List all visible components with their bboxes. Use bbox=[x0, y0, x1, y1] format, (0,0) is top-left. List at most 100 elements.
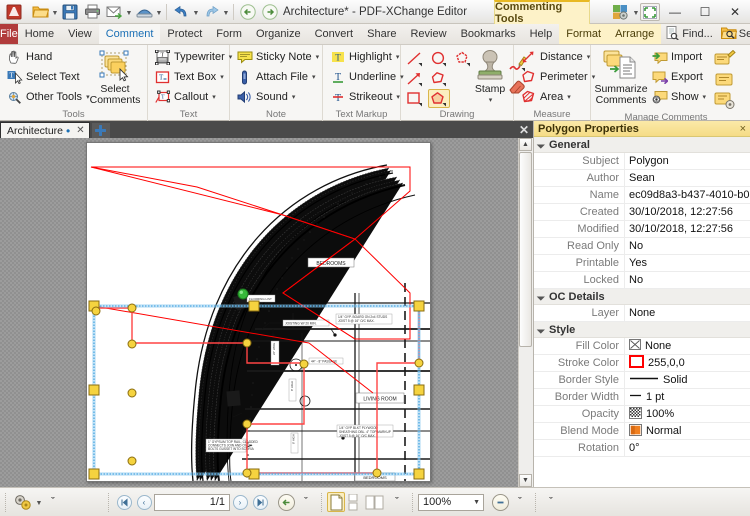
sound-dropdown-icon[interactable]: ▾ bbox=[292, 93, 296, 101]
forward-icon[interactable] bbox=[259, 2, 281, 22]
tab-form[interactable]: Form bbox=[209, 24, 249, 44]
property-row-name[interactable]: Name ec09d8a3-b437-4010-b08fe979a.. bbox=[534, 186, 750, 204]
tab-file[interactable]: File bbox=[0, 24, 18, 44]
zoom-out-button[interactable] bbox=[490, 492, 510, 513]
undo-dropdown-caret[interactable]: ▼ bbox=[192, 2, 200, 22]
customize-dropdown-caret[interactable]: ▼ bbox=[632, 2, 640, 22]
close-button[interactable]: ✕ bbox=[720, 0, 750, 24]
collapse-triangle-icon[interactable]: ◢ bbox=[536, 139, 547, 150]
tab-format[interactable]: Format bbox=[559, 24, 609, 44]
customize-toolbar-icon[interactable] bbox=[608, 1, 632, 23]
next-page-button[interactable]: › bbox=[230, 492, 250, 513]
email-dropdown-caret[interactable]: ▼ bbox=[125, 2, 133, 22]
area-dropdown-icon[interactable]: ▾ bbox=[567, 93, 571, 101]
tab-home[interactable]: Home bbox=[18, 24, 61, 44]
scrollbar-thumb[interactable] bbox=[519, 152, 532, 347]
export-comments-button[interactable]: Export bbox=[648, 67, 712, 87]
save-icon[interactable] bbox=[59, 2, 81, 22]
tab-arrange[interactable]: Arrange bbox=[608, 24, 662, 44]
search-button[interactable]: Search... bbox=[717, 26, 750, 43]
property-value[interactable]: Polygon bbox=[624, 152, 750, 170]
properties-section-oc-details[interactable]: ◢ OC Details bbox=[534, 289, 750, 305]
continuous-page-icon[interactable] bbox=[345, 492, 363, 512]
property-value[interactable]: 30/10/2018, 12:27:56 bbox=[624, 203, 750, 221]
document-pane-close-icon[interactable]: ✕ bbox=[519, 123, 529, 137]
print-icon[interactable] bbox=[81, 2, 103, 22]
underline-button[interactable]: T Underline ▾ bbox=[326, 67, 407, 87]
tab-convert[interactable]: Convert bbox=[308, 24, 361, 44]
stamp-button[interactable]: Stamp ▾ bbox=[474, 47, 506, 106]
distance-dropdown-icon[interactable]: ▾ bbox=[587, 53, 591, 61]
tab-help[interactable]: Help bbox=[523, 24, 560, 44]
property-row-fill-color[interactable]: Fill Color None bbox=[534, 337, 750, 355]
properties-section-style[interactable]: ◢ Style bbox=[534, 322, 750, 338]
property-row-opacity[interactable]: Opacity 100% bbox=[534, 405, 750, 423]
property-row-stroke-color[interactable]: Stroke Color 255,0,0 bbox=[534, 354, 750, 372]
document-tab-close-icon[interactable]: ✕ bbox=[76, 125, 84, 136]
new-tab-button[interactable] bbox=[91, 123, 110, 138]
previous-view-button[interactable] bbox=[276, 492, 296, 513]
property-row-printable[interactable]: Printable Yes bbox=[534, 254, 750, 272]
property-value[interactable]: Sean bbox=[624, 169, 750, 187]
sticky-note-dropdown-icon[interactable]: ▾ bbox=[316, 53, 320, 61]
two-page-icon[interactable] bbox=[363, 492, 387, 512]
undo-icon[interactable] bbox=[170, 2, 192, 22]
text-box-dropdown-icon[interactable]: ▾ bbox=[220, 73, 224, 81]
sound-button[interactable]: Sound ▾ bbox=[233, 87, 322, 107]
perimeter-button[interactable]: Perimeter ▾ bbox=[517, 67, 598, 87]
tab-comment[interactable]: Comment bbox=[98, 24, 161, 44]
contextual-tab-commenting-tools[interactable]: Commenting Tools bbox=[494, 0, 590, 25]
open-icon[interactable] bbox=[29, 2, 51, 22]
other-tools-button[interactable]: Other Tools ▾ bbox=[3, 87, 90, 107]
callout-dropdown-icon[interactable]: ▾ bbox=[212, 93, 216, 101]
previous-page-button[interactable]: ‹ bbox=[134, 492, 154, 513]
select-text-button[interactable]: T Select Text bbox=[3, 67, 87, 87]
typewriter-button[interactable]: T Typewriter ▾ bbox=[151, 47, 235, 67]
open-dropdown-caret[interactable]: ▼ bbox=[51, 2, 59, 22]
pdf-page[interactable]: 1" GYPSUM TOP RAIL, CLADDED CONNECTS JOI… bbox=[86, 142, 431, 482]
document-vertical-scrollbar[interactable]: ▲ ▼ bbox=[518, 138, 533, 487]
tab-view[interactable]: View bbox=[61, 24, 99, 44]
arrow-tool[interactable] bbox=[404, 69, 426, 88]
document-tab-architecture[interactable]: Architecture • ✕ bbox=[0, 122, 90, 138]
tab-bookmarks[interactable]: Bookmarks bbox=[454, 24, 523, 44]
strikeout-button[interactable]: T Strikeout ▾ bbox=[326, 87, 407, 107]
rectangle-tool[interactable] bbox=[404, 89, 426, 108]
property-value[interactable]: No bbox=[624, 237, 750, 255]
properties-section-general[interactable]: ◢ General bbox=[534, 137, 750, 153]
highlight-dropdown-icon[interactable]: ▾ bbox=[396, 53, 400, 61]
properties-panel-close-icon[interactable]: × bbox=[740, 123, 746, 135]
status-expand-icon[interactable]: ˇ bbox=[43, 492, 63, 513]
strikeout-dropdown-icon[interactable]: ▾ bbox=[396, 93, 400, 101]
highlight-button[interactable]: T Highlight ▾ bbox=[326, 47, 407, 67]
fullscreen-icon[interactable] bbox=[640, 3, 660, 21]
tab-protect[interactable]: Protect bbox=[160, 24, 209, 44]
last-page-button[interactable] bbox=[250, 492, 270, 513]
comments-list-icon[interactable] bbox=[712, 48, 738, 69]
single-page-icon[interactable] bbox=[327, 492, 345, 512]
property-value[interactable]: 30/10/2018, 12:27:56 bbox=[624, 220, 750, 238]
first-page-button[interactable] bbox=[114, 492, 134, 513]
page-view-expand-icon[interactable]: ˇ bbox=[387, 492, 407, 513]
property-value[interactable]: None bbox=[624, 304, 750, 322]
status-settings-icon[interactable] bbox=[11, 492, 35, 513]
zoom-level-combobox[interactable]: 100% ▼ bbox=[418, 493, 484, 511]
tab-share[interactable]: Share bbox=[360, 24, 403, 44]
scan-icon[interactable] bbox=[133, 2, 155, 22]
select-comments-button[interactable]: Select Comments bbox=[87, 47, 143, 106]
collapse-triangle-icon[interactable]: ◢ bbox=[536, 324, 547, 335]
collapse-triangle-icon[interactable]: ◢ bbox=[536, 291, 547, 302]
status-settings-dropdown-caret[interactable]: ▼ bbox=[35, 492, 43, 512]
cloud-tool[interactable] bbox=[452, 49, 474, 68]
property-row-blend-mode[interactable]: Blend Mode Normal bbox=[534, 422, 750, 440]
property-row-border-style[interactable]: Border Style Solid bbox=[534, 371, 750, 389]
property-value[interactable]: Yes bbox=[624, 254, 750, 272]
scan-dropdown-caret[interactable]: ▼ bbox=[155, 2, 163, 22]
line-tool[interactable] bbox=[404, 49, 426, 68]
property-row-rotation[interactable]: Rotation 0° bbox=[534, 439, 750, 457]
back-icon[interactable] bbox=[237, 2, 259, 22]
email-icon[interactable] bbox=[103, 2, 125, 22]
property-row-read-only[interactable]: Read Only No bbox=[534, 237, 750, 255]
redo-icon[interactable] bbox=[200, 2, 222, 22]
scroll-up-arrow-icon[interactable]: ▲ bbox=[519, 138, 532, 151]
